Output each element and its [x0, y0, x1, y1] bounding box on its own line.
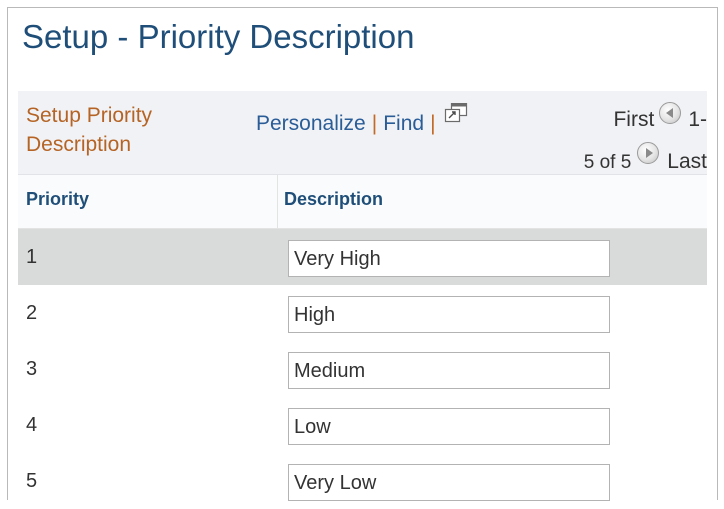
- table-row[interactable]: 2: [18, 285, 707, 341]
- description-field[interactable]: [288, 464, 610, 501]
- grid-title: Setup Priority Description: [26, 104, 153, 156]
- priority-cell: 5: [26, 470, 38, 492]
- description-field[interactable]: [288, 352, 610, 389]
- description-field[interactable]: [288, 296, 610, 333]
- priority-cell: 1: [26, 246, 38, 268]
- column-header-priority[interactable]: Priority: [26, 189, 89, 210]
- column-header-row: Priority Description: [18, 175, 707, 229]
- column-divider: [277, 175, 278, 229]
- previous-arrow-icon[interactable]: [659, 102, 682, 124]
- table-row[interactable]: 1: [18, 229, 707, 285]
- priority-cell: 2: [26, 302, 38, 324]
- new-window-icon[interactable]: [444, 102, 468, 123]
- table-row[interactable]: 5: [18, 453, 707, 509]
- toolbar-separator: |: [430, 112, 436, 135]
- range-start: 1-: [688, 108, 707, 131]
- find-link[interactable]: Find: [383, 112, 424, 135]
- grid-toolbar: Personalize | Find |: [256, 102, 468, 138]
- description-field[interactable]: [288, 408, 610, 445]
- page-frame: Setup - Priority Description Setup Prior…: [7, 7, 718, 501]
- grid-navigation-bottom: 5 of 5 Last: [584, 142, 707, 176]
- description-field[interactable]: [288, 240, 610, 277]
- table-row[interactable]: 3: [18, 341, 707, 397]
- first-link[interactable]: First: [613, 108, 654, 131]
- priority-cell: 4: [26, 414, 38, 436]
- column-header-description[interactable]: Description: [284, 189, 383, 210]
- next-arrow-icon[interactable]: [637, 142, 660, 164]
- page-title: Setup - Priority Description: [22, 18, 415, 55]
- table-row[interactable]: 4: [18, 397, 707, 453]
- last-link[interactable]: Last: [667, 150, 707, 173]
- priority-grid: Setup Priority Description Personalize | F…: [18, 91, 707, 509]
- grid-navigation-top: First 1-: [613, 102, 707, 134]
- range-count: 5 of 5: [583, 152, 632, 173]
- grid-header: Setup Priority Description Personalize | F…: [18, 91, 707, 175]
- toolbar-separator: |: [371, 112, 378, 135]
- personalize-link[interactable]: Personalize: [256, 112, 366, 135]
- priority-cell: 3: [26, 358, 38, 380]
